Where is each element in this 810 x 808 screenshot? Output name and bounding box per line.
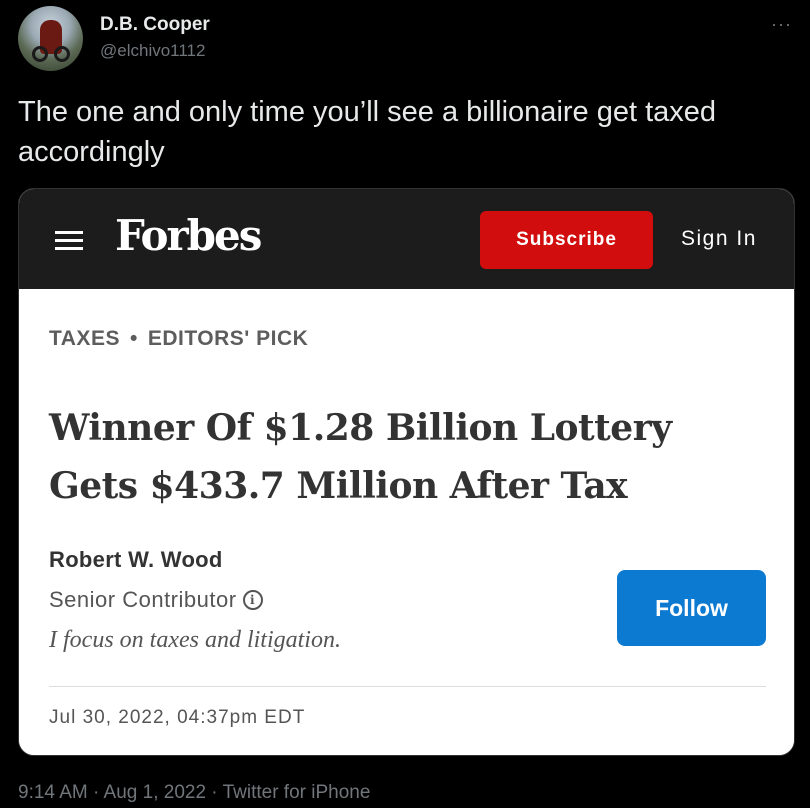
tweet-text: The one and only time you’ll see a billi… <box>18 96 717 168</box>
forbes-logo[interactable]: Forbes <box>115 211 262 260</box>
display-name[interactable]: D.B. Cooper <box>100 14 210 36</box>
category-taxes[interactable]: TAXES <box>49 327 120 350</box>
more-horizontal-icon[interactable]: ··· <box>771 14 792 35</box>
article-header: TAXES • EDITORS' PICK Winner Of $1.28 Bill… <box>19 289 794 755</box>
category-editors-pick[interactable]: EDITORS' PICK <box>148 327 308 350</box>
forbes-navbar: Forbes Subscribe Sign In <box>19 189 794 289</box>
author-name[interactable]: Robert W. Wood <box>49 547 223 573</box>
subscribe-button[interactable]: Subscribe <box>480 211 653 269</box>
author-role-label: Senior Contributor <box>49 587 237 612</box>
author-role: Senior Contributor i <box>49 587 263 613</box>
avatar-wheel <box>32 46 48 62</box>
tweet-timestamp[interactable]: 9:14 AM · Aug 1, 2022 · Twitter for iPho… <box>18 782 370 804</box>
divider <box>49 686 766 687</box>
info-icon[interactable]: i <box>242 590 263 610</box>
sign-in-link[interactable]: Sign In <box>681 227 757 251</box>
user-handle[interactable]: @elchivo1112 <box>100 41 205 61</box>
follow-button[interactable]: Follow <box>617 570 766 646</box>
author-bio: I focus on taxes and litigation. <box>49 627 341 653</box>
category-separator: • <box>129 327 138 350</box>
avatar[interactable] <box>18 6 83 71</box>
article-date: Jul 30, 2022, 04:37pm EDT <box>49 707 306 728</box>
article-headline: Winner Of $1.28 Billion Lottery Gets $43… <box>49 407 672 507</box>
tweet-media-image[interactable]: Forbes Subscribe Sign In TAXES • EDITORS' … <box>18 188 795 756</box>
avatar-wheel <box>54 46 70 62</box>
hamburger-menu-icon[interactable] <box>55 231 83 251</box>
category-line: TAXES • EDITORS' PICK <box>49 327 308 351</box>
tweet-header: D.B. Cooper @elchivo1112 ··· <box>18 6 798 76</box>
